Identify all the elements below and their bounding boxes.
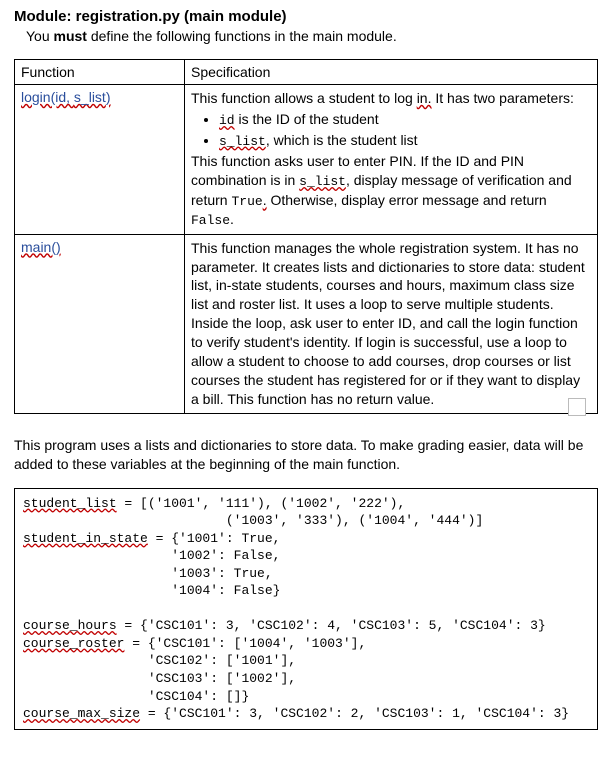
- bullet-slist-post: , which is the student list: [266, 132, 418, 148]
- code-slist2: s_list: [299, 174, 346, 189]
- code-line: [23, 601, 31, 616]
- module-sub: You must define the following functions …: [0, 27, 612, 55]
- spec-cell-login: This function allows a student to log in…: [185, 85, 598, 235]
- list-item: s_list, which is the student list: [219, 131, 591, 151]
- spec-login-dot1: .: [263, 192, 267, 208]
- code-line: = [('1001', '111'), ('1002', '222'),: [117, 496, 406, 511]
- fn-login-name: login(id,: [21, 89, 70, 105]
- sub-bold: must: [54, 28, 87, 44]
- module-label: Module:: [14, 8, 72, 25]
- code-line: ('1003', '333'), ('1004', '444')]: [23, 513, 483, 528]
- spec-login-l1c: It has two parameters:: [435, 90, 574, 106]
- code-line: = {'1001': True,: [148, 531, 281, 546]
- code-true: True: [231, 194, 262, 209]
- spec-login-in: in.: [417, 90, 432, 106]
- fn-cell-main: main(): [15, 234, 185, 413]
- table-row: main() This function manages the whole r…: [15, 234, 598, 413]
- list-item: id is the ID of the student: [219, 110, 591, 130]
- var-student-in-state: student_in_state: [23, 531, 148, 546]
- code-slist: s_list: [219, 134, 266, 149]
- spec-login-l1a: This function allows a student to log: [191, 90, 413, 106]
- code-false: False: [191, 213, 230, 228]
- code-line: = {'CSC101': 3, 'CSC102': 4, 'CSC103': 5…: [117, 618, 546, 633]
- code-block: student_list = [('1001', '111'), ('1002'…: [14, 488, 598, 730]
- fn-main-name: main(): [21, 239, 61, 255]
- fn-login-arg2: s_list: [74, 89, 106, 105]
- fn-login-close: ): [106, 89, 111, 105]
- code-line: 'CSC102': ['1001'],: [23, 653, 296, 668]
- code-line: = {'CSC101': ['1004', '1003'],: [124, 636, 366, 651]
- spec-login-dot2: .: [230, 211, 234, 227]
- intertext: This program uses a lists and dictionari…: [0, 414, 612, 484]
- code-line: '1004': False}: [23, 583, 280, 598]
- var-course-roster: course_roster: [23, 636, 124, 651]
- table-row: login(id, s_list) This function allows a…: [15, 85, 598, 235]
- sub-pre: You: [26, 28, 50, 44]
- module-header: Module: registration.py (main module): [0, 0, 612, 27]
- header-function: Function: [15, 60, 185, 85]
- var-course-max-size: course_max_size: [23, 706, 140, 721]
- code-line: '1003': True,: [23, 566, 273, 581]
- spec-table: Function Specification login(id, s_list)…: [14, 59, 598, 414]
- placeholder-box: [568, 398, 586, 416]
- table-header-row: Function Specification: [15, 60, 598, 85]
- bullet-id-txt: is the ID of the student: [239, 111, 379, 127]
- module-name: registration.py (main module): [76, 8, 287, 25]
- code-line: 'CSC103': ['1002'],: [23, 671, 296, 686]
- code-id: id: [219, 113, 235, 128]
- header-spec: Specification: [185, 60, 598, 85]
- code-line: 'CSC104': []}: [23, 689, 249, 704]
- code-line: '1002': False,: [23, 548, 280, 563]
- var-student-list: student_list: [23, 496, 117, 511]
- sub-post: define the following functions in the ma…: [91, 28, 397, 44]
- fn-cell-login: login(id, s_list): [15, 85, 185, 235]
- var-course-hours: course_hours: [23, 618, 117, 633]
- code-line: = {'CSC101': 3, 'CSC102': 2, 'CSC103': 1…: [140, 706, 569, 721]
- spec-cell-main: This function manages the whole registra…: [185, 234, 598, 413]
- param-bullets: id is the ID of the student s_list, whic…: [219, 110, 591, 150]
- spec-login-l2f: Otherwise, display error message and ret…: [270, 192, 546, 208]
